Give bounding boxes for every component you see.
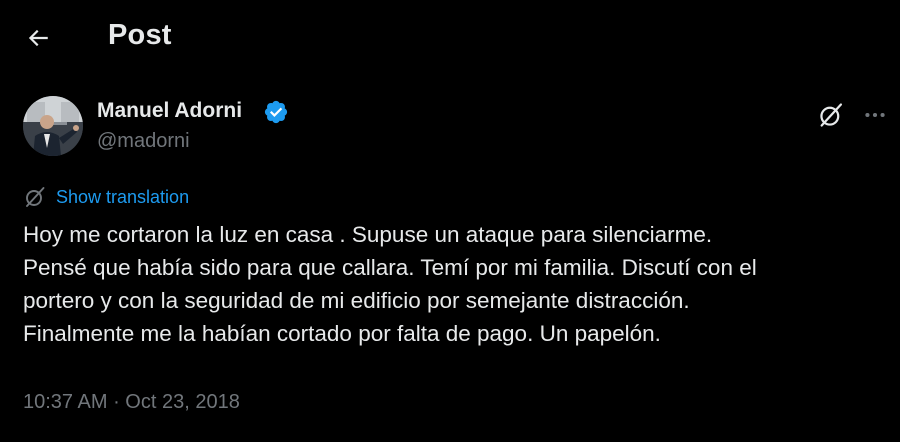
more-options-button[interactable] — [858, 98, 892, 132]
tweet-timestamp: 10:37 AM · Oct 23, 2018 — [23, 391, 240, 414]
grok-button[interactable] — [814, 98, 848, 132]
author-row: Manuel Adorni @madorni — [0, 96, 900, 166]
show-translation-link[interactable]: Show translation — [23, 184, 189, 210]
tweet-text: Hoy me cortaron la luz en casa . Supuse … — [23, 222, 757, 346]
page-title: Post — [108, 19, 172, 51]
post-header: Post — [0, 0, 900, 76]
author-name[interactable]: Manuel Adorni — [97, 99, 242, 123]
more-horizontal-icon — [865, 112, 885, 118]
back-button[interactable] — [20, 20, 56, 56]
author-handle[interactable]: @madorni — [97, 130, 190, 153]
grok-icon — [820, 103, 843, 127]
timestamp-separator: · — [107, 391, 126, 413]
profile-avatar-image — [23, 96, 83, 156]
avatar[interactable] — [23, 96, 83, 156]
show-translation-label: Show translation — [56, 186, 190, 207]
verified-badge-icon — [263, 99, 289, 125]
translate-icon — [23, 185, 47, 209]
arrow-left-icon — [28, 29, 48, 47]
tweet-date[interactable]: Oct 23, 2018 — [125, 391, 240, 413]
tweet-time[interactable]: 10:37 AM — [23, 391, 108, 413]
